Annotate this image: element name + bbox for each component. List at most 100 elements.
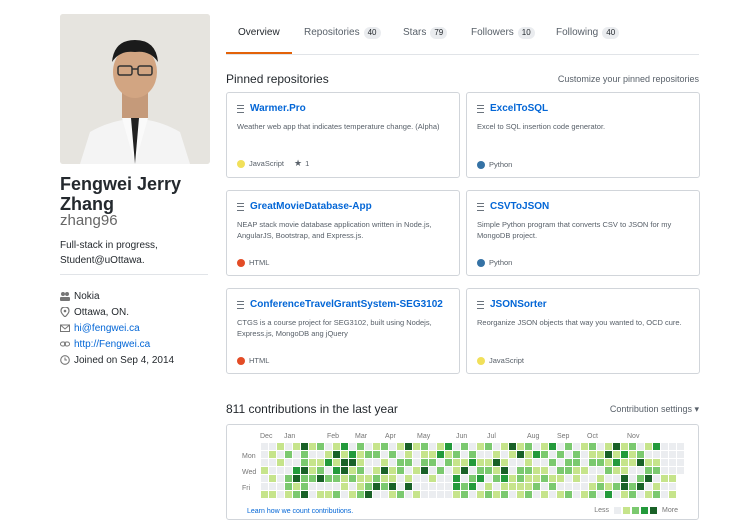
contribution-day[interactable]	[373, 475, 380, 482]
contribution-day[interactable]	[277, 467, 284, 474]
contribution-day[interactable]	[621, 467, 628, 474]
contribution-day[interactable]	[389, 475, 396, 482]
contribution-day[interactable]	[525, 475, 532, 482]
contribution-day[interactable]	[429, 491, 436, 498]
contribution-day[interactable]	[501, 491, 508, 498]
contribution-day[interactable]	[541, 443, 548, 450]
contribution-day[interactable]	[645, 459, 652, 466]
contribution-day[interactable]	[309, 459, 316, 466]
contribution-day[interactable]	[533, 451, 540, 458]
contribution-day[interactable]	[509, 443, 516, 450]
contribution-day[interactable]	[461, 451, 468, 458]
contribution-day[interactable]	[453, 467, 460, 474]
contribution-day[interactable]	[285, 467, 292, 474]
contribution-day[interactable]	[557, 483, 564, 490]
contribution-day[interactable]	[669, 443, 676, 450]
contribution-day[interactable]	[349, 475, 356, 482]
tab-following[interactable]: Following 40	[556, 20, 620, 54]
contribution-day[interactable]	[469, 491, 476, 498]
contribution-day[interactable]	[581, 467, 588, 474]
profile-email[interactable]: hi@fengwei.ca	[60, 320, 174, 336]
contribution-day[interactable]	[589, 475, 596, 482]
contribution-day[interactable]	[565, 467, 572, 474]
contribution-day[interactable]	[549, 443, 556, 450]
contribution-day[interactable]	[597, 483, 604, 490]
contribution-day[interactable]	[637, 459, 644, 466]
contribution-day[interactable]	[493, 475, 500, 482]
contribution-day[interactable]	[493, 467, 500, 474]
contribution-day[interactable]	[533, 443, 540, 450]
contribution-day[interactable]	[333, 459, 340, 466]
contribution-day[interactable]	[637, 443, 644, 450]
contribution-day[interactable]	[309, 451, 316, 458]
repo-name[interactable]: ConferenceTravelGrantSystem-SEG3102	[250, 299, 443, 310]
contribution-day[interactable]	[477, 459, 484, 466]
contribution-day[interactable]	[405, 491, 412, 498]
contribution-day[interactable]	[533, 459, 540, 466]
contribution-day[interactable]	[581, 451, 588, 458]
contribution-day[interactable]	[445, 483, 452, 490]
contribution-day[interactable]	[277, 443, 284, 450]
contribution-day[interactable]	[517, 475, 524, 482]
contribution-day[interactable]	[437, 459, 444, 466]
contribution-day[interactable]	[485, 459, 492, 466]
contribution-day[interactable]	[557, 451, 564, 458]
contribution-day[interactable]	[525, 467, 532, 474]
contribution-day[interactable]	[565, 483, 572, 490]
contribution-day[interactable]	[309, 443, 316, 450]
contribution-day[interactable]	[461, 459, 468, 466]
contribution-day[interactable]	[597, 475, 604, 482]
contribution-day[interactable]	[293, 459, 300, 466]
contribution-day[interactable]	[413, 483, 420, 490]
contribution-day[interactable]	[541, 451, 548, 458]
contribution-day[interactable]	[629, 491, 636, 498]
contribution-day[interactable]	[637, 475, 644, 482]
contribution-day[interactable]	[453, 459, 460, 466]
tab-repositories[interactable]: Repositories 40	[304, 20, 381, 54]
contribution-day[interactable]	[509, 451, 516, 458]
contribution-day[interactable]	[533, 475, 540, 482]
contribution-day[interactable]	[453, 451, 460, 458]
contribution-day[interactable]	[525, 451, 532, 458]
repo-title[interactable]: ConferenceTravelGrantSystem-SEG3102	[237, 299, 449, 310]
contribution-day[interactable]	[413, 475, 420, 482]
contribution-day[interactable]	[413, 491, 420, 498]
contribution-day[interactable]	[629, 467, 636, 474]
contribution-day[interactable]	[269, 459, 276, 466]
contribution-day[interactable]	[381, 483, 388, 490]
contribution-day[interactable]	[565, 459, 572, 466]
contribution-day[interactable]	[613, 491, 620, 498]
contribution-day[interactable]	[501, 475, 508, 482]
contribution-day[interactable]	[269, 483, 276, 490]
repo-title[interactable]: JSONSorter	[477, 299, 689, 310]
contribution-day[interactable]	[357, 475, 364, 482]
contribution-day[interactable]	[493, 491, 500, 498]
contribution-day[interactable]	[653, 467, 660, 474]
contribution-day[interactable]	[669, 451, 676, 458]
contribution-day[interactable]	[517, 443, 524, 450]
contribution-day[interactable]	[373, 459, 380, 466]
contribution-day[interactable]	[405, 467, 412, 474]
contribution-day[interactable]	[653, 443, 660, 450]
contribution-day[interactable]	[317, 483, 324, 490]
contribution-day[interactable]	[517, 451, 524, 458]
contribution-day[interactable]	[661, 467, 668, 474]
contribution-day[interactable]	[621, 483, 628, 490]
contribution-day[interactable]	[605, 483, 612, 490]
contribution-day[interactable]	[477, 483, 484, 490]
contribution-day[interactable]	[469, 483, 476, 490]
contribution-day[interactable]	[509, 475, 516, 482]
contribution-day[interactable]	[325, 459, 332, 466]
contribution-day[interactable]	[429, 459, 436, 466]
contribution-day[interactable]	[341, 467, 348, 474]
contribution-day[interactable]	[429, 451, 436, 458]
contribution-day[interactable]	[581, 483, 588, 490]
repo-name[interactable]: CSVToJSON	[490, 201, 549, 212]
contribution-day[interactable]	[269, 475, 276, 482]
contribution-day[interactable]	[389, 483, 396, 490]
contribution-day[interactable]	[365, 491, 372, 498]
contribution-day[interactable]	[461, 475, 468, 482]
contribution-day[interactable]	[541, 475, 548, 482]
contribution-day[interactable]	[397, 483, 404, 490]
contribution-day[interactable]	[485, 483, 492, 490]
